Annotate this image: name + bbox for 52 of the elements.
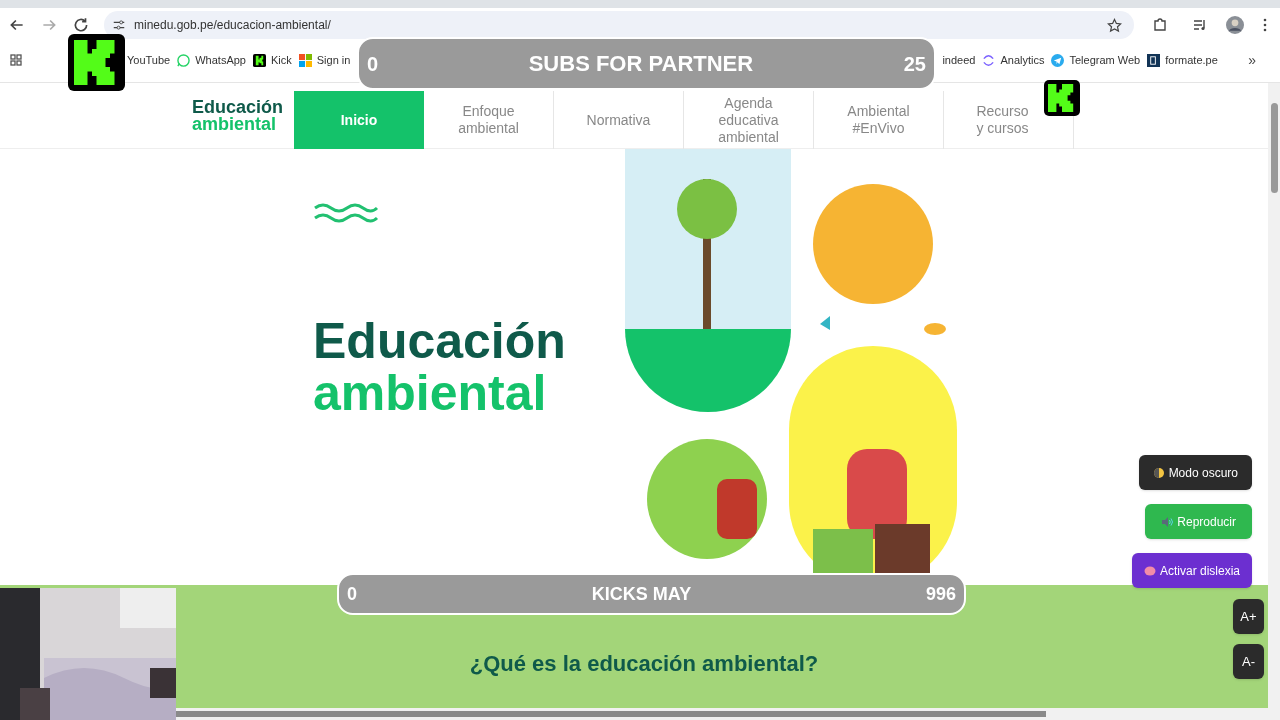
more-bookmarks-icon[interactable]: » (1248, 49, 1256, 71)
wave-icon (313, 201, 379, 225)
brain-icon (1143, 564, 1156, 577)
media-icon[interactable] (1192, 17, 1208, 33)
wave-logo-icon (982, 53, 996, 67)
goal-title: KICKS MAY (590, 582, 693, 606)
speaker-icon (1161, 515, 1174, 528)
nav-tab[interactable]: Recurso y cursos (972, 103, 1033, 137)
reload-icon[interactable] (72, 16, 90, 34)
section-heading: ¿Qué es la educación ambiental? (469, 650, 819, 678)
nav-tab[interactable]: Ambiental #EnVivo (835, 103, 922, 137)
bookmark-link[interactable]: formate.pe (1147, 51, 1218, 69)
bookmark-link[interactable]: WhatsApp (177, 51, 246, 69)
nav-tab[interactable]: Normativa (586, 111, 651, 129)
bookmark-link[interactable]: Kick (253, 51, 292, 69)
bookmark-link[interactable]: Analytics (982, 51, 1045, 69)
goal-end: 996 (925, 582, 956, 606)
goal-title: SUBS FOR PARTNER (527, 50, 755, 78)
four-squares-icon (298, 53, 312, 67)
url-text: minedu.gob.pe/educacion-ambiental/ (134, 17, 332, 34)
extensions-icon[interactable] (1152, 17, 1168, 33)
apps-grid-icon[interactable] (10, 54, 22, 66)
vertical-scrollbar-thumb[interactable] (1270, 103, 1278, 193)
goal-start: 0 (347, 582, 357, 606)
horizontal-scrollbar-thumb[interactable] (176, 711, 1046, 717)
bookmark-link[interactable]: Sign in (298, 51, 351, 69)
nav-tab[interactable]: Enfoque ambiental (445, 103, 532, 137)
kick-logo-icon (1044, 80, 1080, 116)
hero-title: ambiental (313, 367, 548, 419)
chat-bubble-icon (177, 53, 191, 67)
goal-end: 25 (903, 51, 926, 77)
profile-avatar-icon[interactable] (1226, 16, 1244, 34)
logo-text: ambiental (192, 115, 278, 133)
bookmark-star-icon[interactable] (1107, 17, 1122, 33)
accessibility-button[interactable]: Modo oscuro (1138, 455, 1252, 490)
bookmark-link[interactable]: indeed (942, 51, 976, 69)
hero-title: Educación (313, 315, 567, 367)
bookmark-link[interactable]: YouTube (127, 51, 171, 69)
accessibility-button[interactable]: Activar dislexia (1131, 553, 1252, 588)
site-settings-icon[interactable] (112, 18, 126, 32)
bookmark-link[interactable]: Telegram Web (1051, 51, 1141, 69)
kick-icon (253, 53, 266, 67)
font-size-button[interactable]: A- (1233, 644, 1264, 679)
half-circle-icon (1152, 466, 1165, 479)
nav-tab[interactable]: Agenda educativa ambiental (705, 94, 792, 146)
goal-start: 0 (367, 51, 379, 77)
logo-text: Educación (192, 98, 285, 116)
font-size-button[interactable]: A+ (1233, 599, 1264, 634)
kick-logo-icon (68, 34, 125, 91)
paper-plane-icon (1051, 53, 1065, 67)
address-bar[interactable]: minedu.gob.pe/educacion-ambiental/ (104, 11, 1134, 39)
square-logo-icon (1147, 53, 1161, 67)
